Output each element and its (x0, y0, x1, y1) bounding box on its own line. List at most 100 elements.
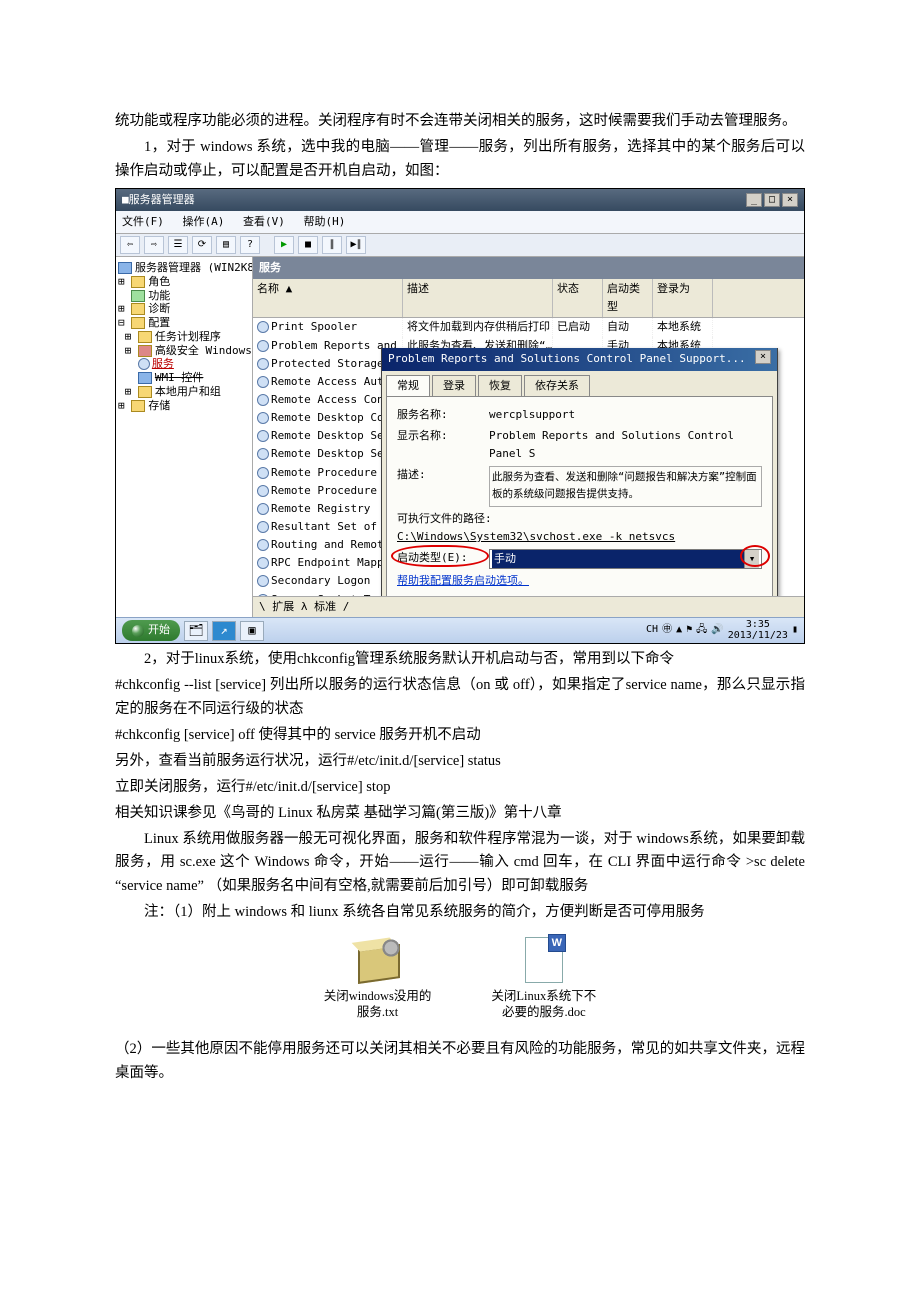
col-startup[interactable]: 启动类型 (603, 279, 653, 317)
system-tray: CH ㊥ ▲ ⚑ 🖧 🔊 3:352013/11/23 ▮ (646, 620, 798, 641)
tree-item[interactable]: ⊞ 存储 (118, 399, 250, 413)
app-icon: ■ (122, 191, 129, 209)
taskbar-item[interactable]: ↗ (212, 621, 236, 641)
minimize-button[interactable]: _ (746, 193, 762, 207)
tree-item[interactable]: WMI 控件 (118, 371, 250, 385)
dialog-tabs: 常规 登录 恢复 依存关系 (382, 371, 777, 396)
tree-item[interactable]: ⊞ 任务计划程序 (118, 330, 250, 344)
tree-item[interactable]: ⊞ 角色 (118, 275, 250, 289)
value-display-name: Problem Reports and Solutions Control Pa… (489, 427, 762, 463)
tab-general[interactable]: 常规 (386, 375, 430, 396)
chevron-down-icon[interactable]: ▾ (744, 550, 759, 568)
restart-button[interactable]: ▶∥ (346, 236, 366, 254)
close-button[interactable]: × (782, 193, 798, 207)
taskbar-item[interactable]: 🗂 (184, 621, 208, 641)
refresh-button[interactable]: ⟳ (192, 236, 212, 254)
taskbar-item[interactable]: ▣ (240, 621, 264, 641)
tree-root[interactable]: 服务器管理器 (WIN2K8-WEB- (118, 261, 250, 275)
menu-help[interactable]: 帮助(H) (304, 215, 346, 228)
dialog-pane: 服务名称:wercplsupport 显示名称:Problem Reports … (386, 396, 773, 596)
tree-item[interactable]: ⊞ 诊断 (118, 302, 250, 316)
tray-volume-icon[interactable]: 🔊 (711, 622, 723, 639)
forward-button[interactable]: ⇨ (144, 236, 164, 254)
attachment-label: 服务.txt (324, 1005, 432, 1021)
attachment-doc[interactable]: 关闭Linux系统下不 必要的服务.doc (491, 937, 596, 1020)
paragraph: （2）一些其他原因不能停用服务还可以关闭其相关不必要且有风险的功能服务，常见的如… (115, 1038, 805, 1086)
startup-type-value: 手动 (492, 550, 744, 568)
col-desc[interactable]: 描述 (403, 279, 553, 317)
taskbar: 开始 🗂 ↗ ▣ CH ㊥ ▲ ⚑ 🖧 🔊 3:352013/11/23 ▮ (116, 617, 804, 643)
dialog-titlebar: Problem Reports and Solutions Control Pa… (382, 348, 777, 370)
ime-indicator[interactable]: CH (646, 622, 658, 639)
tree-item[interactable]: ⊞ 高级安全 Windows 防 (118, 344, 250, 358)
screenshot-windows-services: ■ 服务器管理器 _ □ × 文件(F) 操作(A) 查看(V) 帮助(H) ⇦… (115, 188, 805, 644)
service-properties-dialog: Problem Reports and Solutions Control Pa… (381, 348, 778, 595)
attachments: 关闭windows没用的 服务.txt 关闭Linux系统下不 必要的服务.do… (115, 937, 805, 1020)
value-exe-path: C:\Windows\System32\svchost.exe -k netsv… (397, 528, 675, 546)
paragraph: 另外，查看当前服务运行状况，运行#/etc/init.d/[service] s… (115, 750, 805, 774)
tab-strip[interactable]: \ 扩展 λ 标准 / (253, 596, 804, 617)
table-row[interactable]: Print Spooler将文件加载到内存供稍后打印已启动自动本地系统 (253, 318, 804, 336)
paragraph: #chkconfig --list [service] 列出所以服务的运行状态信… (115, 674, 805, 722)
tab-dependencies[interactable]: 依存关系 (524, 375, 590, 396)
col-logon[interactable]: 登录为 (653, 279, 713, 317)
attachment-label: 关闭windows没用的 (324, 989, 432, 1005)
show-desktop-button[interactable]: ▮ (792, 622, 798, 639)
col-name[interactable]: 名称 ▲ (253, 279, 403, 317)
value-description: 此服务为查看、发送和删除“问题报告和解决方案”控制面板的系统级问题报告提供支持。 (489, 466, 762, 507)
ime-indicator[interactable]: ㊥ (662, 622, 672, 639)
paragraph: Linux 系统用做服务器一般无可视化界面，服务和软件程序常混为一谈，对于 wi… (115, 828, 805, 900)
menu-file[interactable]: 文件(F) (122, 215, 164, 228)
play-button[interactable]: ▶ (274, 236, 294, 254)
attachment-txt[interactable]: 关闭windows没用的 服务.txt (324, 937, 432, 1020)
col-status[interactable]: 状态 (553, 279, 603, 317)
menu-action[interactable]: 操作(A) (183, 215, 225, 228)
tree-item[interactable]: 功能 (118, 289, 250, 303)
value-service-name: wercplsupport (489, 406, 762, 424)
back-button[interactable]: ⇦ (120, 236, 140, 254)
tab-logon[interactable]: 登录 (432, 375, 476, 396)
paragraph: 相关知识课参见《鸟哥的 Linux 私房菜 基础学习篇(第三版)》第十八章 (115, 802, 805, 826)
tree-item[interactable]: ⊟ 配置 (118, 316, 250, 330)
label-startup-type: 启动类型(E): (397, 549, 489, 567)
attachment-label: 关闭Linux系统下不 (491, 989, 596, 1005)
help-button[interactable]: ? (240, 236, 260, 254)
paragraph: 立即关闭服务，运行#/etc/init.d/[service] stop (115, 776, 805, 800)
window-titlebar: ■ 服务器管理器 _ □ × (116, 189, 804, 211)
dialog-close-button[interactable]: × (755, 350, 771, 364)
stop-button[interactable]: ■ (298, 236, 318, 254)
paragraph: 注：（1）附上 windows 和 liunx 系统各自常见系统服务的简介，方便… (115, 901, 805, 925)
service-list: Print Spooler将文件加载到内存供稍后打印已启动自动本地系统 Probl… (253, 318, 804, 595)
paragraph: #chkconfig [service] off 使得其中的 service 服… (115, 724, 805, 748)
tree-item[interactable]: ⊞ 本地用户和组 (118, 385, 250, 399)
paragraph: 统功能或程序功能必须的进程。关闭程序有时不会连带关闭相关的服务，这时候需要我们手… (115, 110, 805, 134)
label-service-name: 服务名称: (397, 406, 489, 424)
toolbar: ⇦ ⇨ ☰ ⟳ ▤ ? ▶ ■ ∥ ▶∥ (116, 234, 804, 257)
tree-item-services[interactable]: 服务 (118, 357, 250, 371)
startup-type-dropdown[interactable]: 手动 ▾ (489, 549, 762, 569)
windows-orb-icon (132, 625, 144, 637)
label-exe-path: 可执行文件的路径: (397, 510, 492, 528)
menubar: 文件(F) 操作(A) 查看(V) 帮助(H) (116, 211, 804, 234)
maximize-button[interactable]: □ (764, 193, 780, 207)
dialog-title: Problem Reports and Solutions Control Pa… (388, 350, 746, 368)
help-link[interactable]: 帮助我配置服务启动选项。 (397, 572, 529, 590)
clock[interactable]: 3:352013/11/23 (728, 620, 788, 641)
start-button[interactable]: 开始 (122, 620, 180, 640)
label-description: 描述: (397, 466, 489, 484)
table-header: 名称 ▲ 描述 状态 启动类型 登录为 (253, 279, 804, 318)
pause-button[interactable]: ∥ (322, 236, 342, 254)
tray-flag-icon[interactable]: ⚑ (686, 622, 692, 639)
tray-network-icon[interactable]: 🖧 (696, 622, 707, 639)
tab-recovery[interactable]: 恢复 (478, 375, 522, 396)
tool-button[interactable]: ☰ (168, 236, 188, 254)
attachment-label: 必要的服务.doc (491, 1005, 596, 1021)
panel-title: 服务 (253, 257, 804, 279)
paragraph: 1，对于 windows 系统，选中我的电脑——管理——服务，列出所有服务，选择… (115, 136, 805, 184)
tool-button[interactable]: ▤ (216, 236, 236, 254)
window-title: 服务器管理器 (129, 191, 195, 209)
label-display-name: 显示名称: (397, 427, 489, 445)
package-icon (354, 937, 402, 985)
menu-view[interactable]: 查看(V) (243, 215, 285, 228)
tray-icon[interactable]: ▲ (676, 622, 682, 639)
